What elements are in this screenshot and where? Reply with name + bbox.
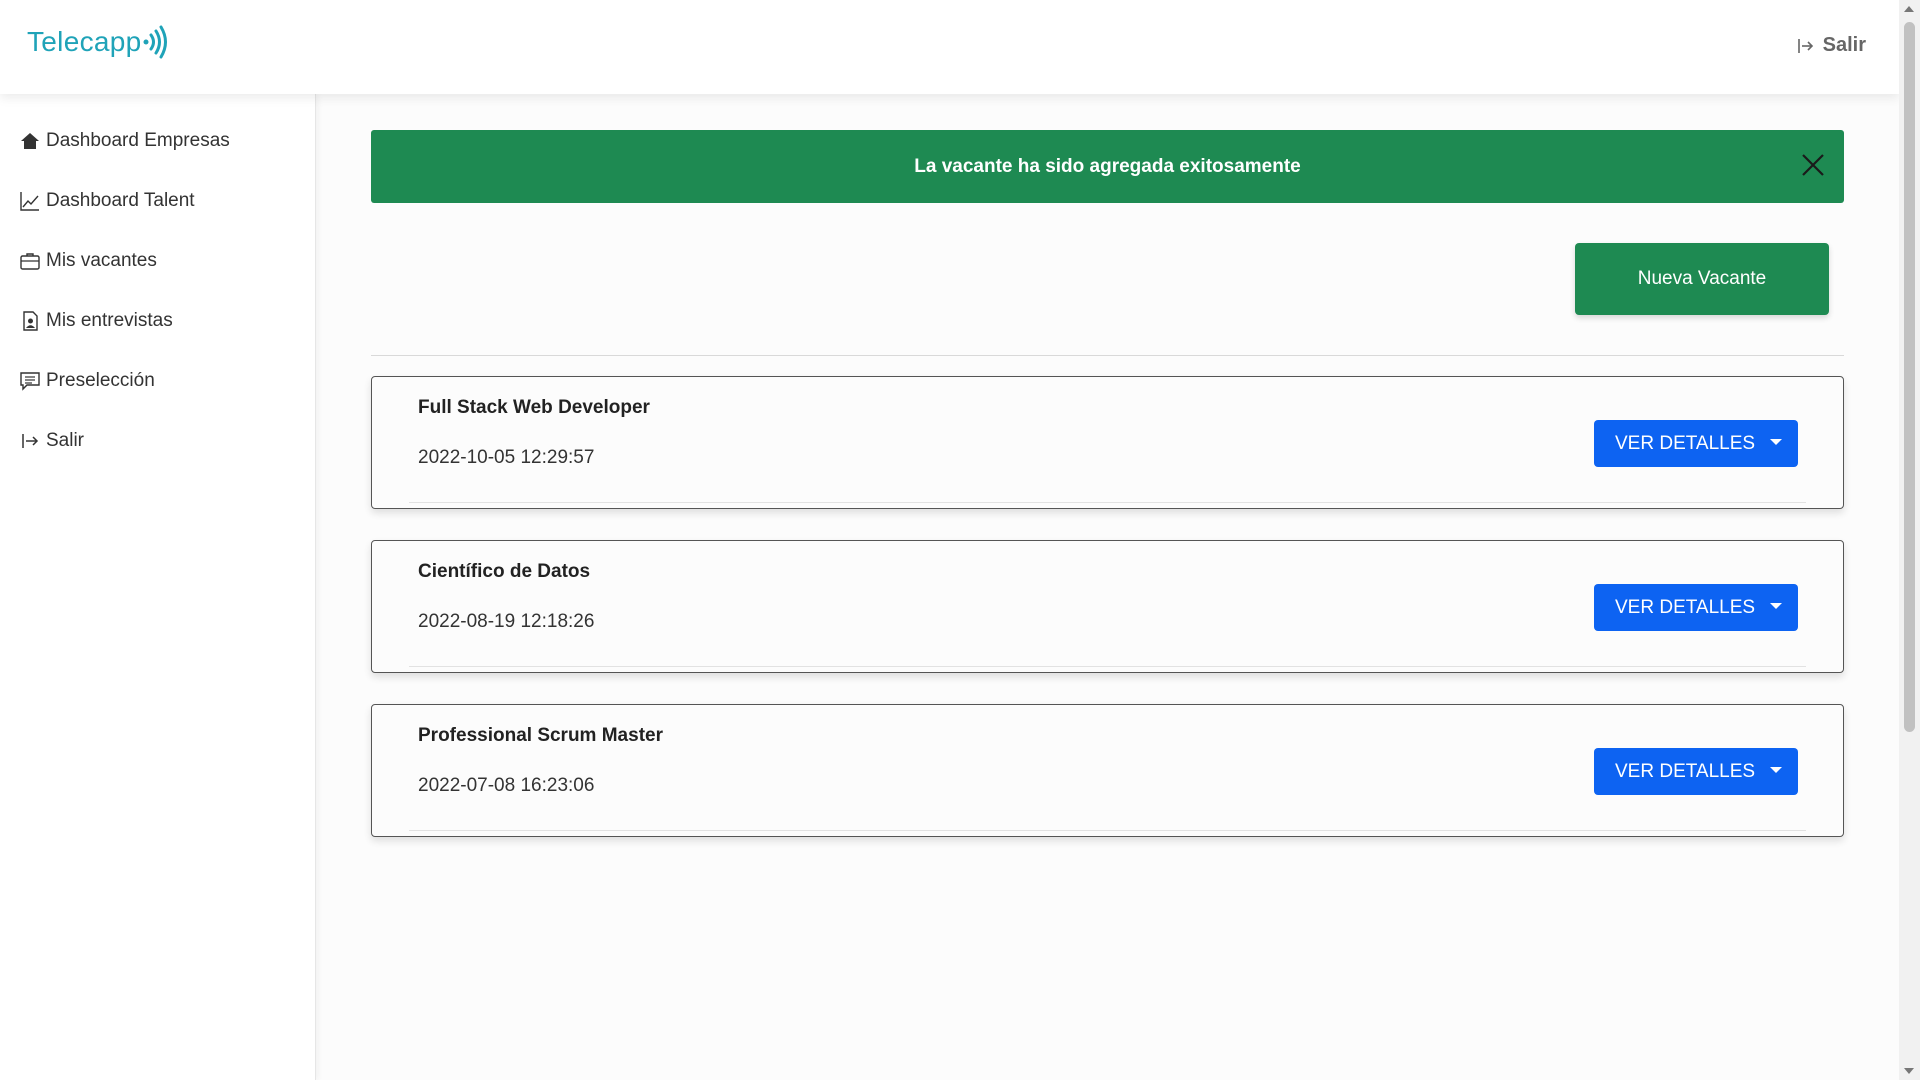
new-vacancy-button[interactable]: Nueva Vacante bbox=[1575, 243, 1829, 315]
dropdown-caret-icon[interactable] bbox=[1770, 439, 1782, 445]
briefcase-icon bbox=[20, 253, 40, 270]
home-icon bbox=[21, 133, 39, 149]
sidebar-item-salir[interactable]: Salir bbox=[20, 430, 84, 452]
vacancy-card: Professional Scrum Master 2022-07-08 16:… bbox=[371, 704, 1844, 837]
header-exit-label: Salir bbox=[1822, 34, 1866, 56]
app-logo-text: Telecapp bbox=[27, 26, 142, 57]
vacancy-date: 2022-10-05 12:29:57 bbox=[418, 447, 595, 468]
vertical-scrollbar[interactable] bbox=[1899, 0, 1920, 1080]
line-chart-icon bbox=[20, 192, 39, 211]
dropdown-caret-icon[interactable] bbox=[1770, 767, 1782, 773]
card-divider bbox=[409, 666, 1806, 667]
vacancy-title: Professional Scrum Master bbox=[418, 725, 663, 746]
vacancy-card: Full Stack Web Developer 2022-10-05 12:2… bbox=[371, 376, 1844, 509]
view-details-label: VER DETALLES bbox=[1615, 760, 1756, 782]
top-navbar: Telecapp Salir bbox=[0, 0, 1899, 94]
sidebar-item-label: Dashboard Empresas bbox=[46, 130, 230, 151]
card-divider bbox=[409, 830, 1806, 831]
dropdown-caret-icon[interactable] bbox=[1770, 603, 1782, 609]
view-details-button[interactable]: VER DETALLES bbox=[1594, 748, 1798, 795]
vacancy-title: Full Stack Web Developer bbox=[418, 397, 650, 418]
exit-icon bbox=[1797, 38, 1813, 53]
sidebar: Dashboard Empresas Dashboard Talent Mis … bbox=[0, 94, 316, 1080]
app-logo[interactable]: Telecapp bbox=[27, 25, 169, 59]
scroll-up-icon[interactable] bbox=[1904, 6, 1914, 12]
exit-icon bbox=[22, 434, 39, 448]
vacancy-date: 2022-08-19 12:18:26 bbox=[418, 611, 595, 632]
alert-message: La vacante ha sido agregada exitosamente bbox=[914, 155, 1301, 177]
card-divider bbox=[409, 502, 1806, 503]
sidebar-item-mis-vacantes[interactable]: Mis vacantes bbox=[20, 250, 157, 272]
vacancy-date: 2022-07-08 16:23:06 bbox=[418, 775, 595, 796]
new-vacancy-label: Nueva Vacante bbox=[1637, 268, 1767, 289]
sidebar-item-mis-entrevistas[interactable]: Mis entrevistas bbox=[20, 310, 173, 332]
sidebar-item-preseleccion[interactable]: Preselección bbox=[20, 370, 155, 392]
scroll-down-icon[interactable] bbox=[1904, 1068, 1914, 1074]
sidebar-item-dashboard-empresas[interactable]: Dashboard Empresas bbox=[20, 130, 230, 152]
success-alert: La vacante ha sido agregada exitosamente bbox=[371, 130, 1844, 203]
sidebar-item-dashboard-talent[interactable]: Dashboard Talent bbox=[20, 190, 195, 212]
sidebar-item-label: Mis vacantes bbox=[46, 250, 157, 271]
sidebar-item-label: Dashboard Talent bbox=[46, 190, 195, 211]
chat-list-icon bbox=[20, 372, 40, 391]
vacancy-card: Científico de Datos 2022-08-19 12:18:26 … bbox=[371, 540, 1844, 673]
sidebar-item-label: Preselección bbox=[46, 370, 155, 391]
document-person-icon bbox=[23, 311, 38, 331]
view-details-label: VER DETALLES bbox=[1615, 432, 1756, 454]
signal-waves-icon bbox=[143, 25, 168, 59]
vacancy-title: Científico de Datos bbox=[418, 561, 591, 582]
header-exit-button[interactable]: Salir bbox=[1797, 34, 1866, 57]
sidebar-item-label: Mis entrevistas bbox=[46, 310, 173, 331]
divider bbox=[371, 355, 1844, 356]
scrollbar-thumb[interactable] bbox=[1904, 22, 1915, 732]
view-details-button[interactable]: VER DETALLES bbox=[1594, 584, 1798, 631]
sidebar-item-label: Salir bbox=[46, 430, 85, 451]
view-details-button[interactable]: VER DETALLES bbox=[1594, 420, 1798, 467]
view-details-label: VER DETALLES bbox=[1615, 596, 1756, 618]
close-icon[interactable] bbox=[1800, 152, 1826, 178]
